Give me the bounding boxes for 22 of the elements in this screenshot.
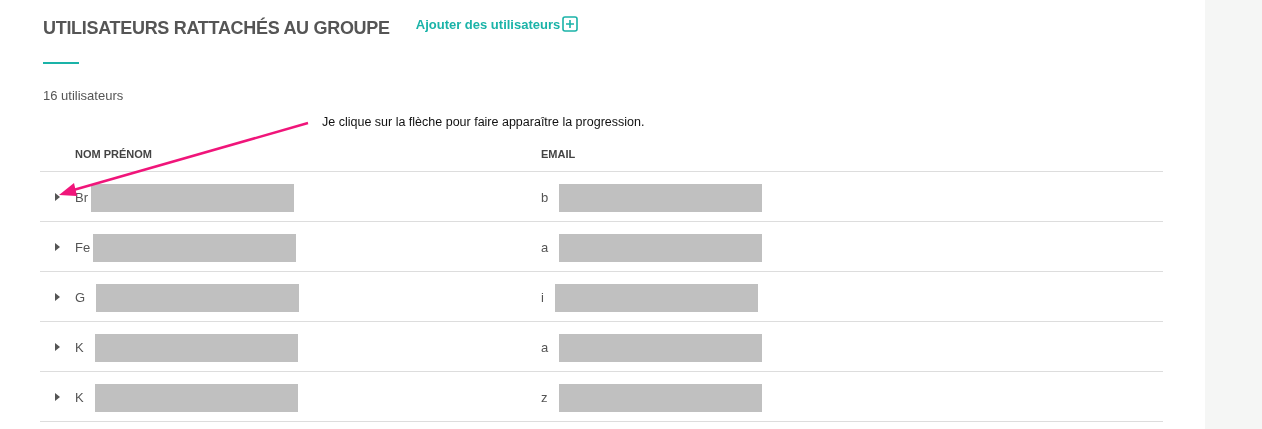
plus-icon bbox=[562, 16, 579, 32]
add-users-link[interactable]: Ajouter des utilisateurs bbox=[415, 16, 579, 32]
caret-icon bbox=[55, 342, 60, 351]
table-cell: a bbox=[541, 339, 549, 355]
caret-icon bbox=[55, 192, 60, 201]
table-cell: z bbox=[541, 389, 548, 405]
caret-icon bbox=[55, 292, 60, 301]
user-count: 16 utilisateurs bbox=[43, 88, 125, 103]
table-cell: K bbox=[75, 389, 84, 405]
table-cell: Br bbox=[75, 189, 88, 205]
table-cell: a bbox=[541, 239, 549, 255]
section-title: UTILISATEURS RATTACHÉS AU GROUPE bbox=[43, 17, 390, 39]
table-cell: Fe bbox=[75, 239, 91, 255]
column-header: NOM PRÉNOM bbox=[74, 148, 153, 160]
column-header: EMAIL bbox=[541, 148, 576, 160]
caret-icon bbox=[55, 392, 60, 401]
table-cell: i bbox=[541, 289, 544, 305]
table-cell: K bbox=[75, 339, 84, 355]
annotation-text: Je clique sur la flèche pour faire apparaître la progression. bbox=[322, 115, 646, 129]
table-cell: b bbox=[541, 189, 549, 205]
caret-icon bbox=[55, 242, 60, 251]
table-cell: G bbox=[75, 289, 86, 305]
